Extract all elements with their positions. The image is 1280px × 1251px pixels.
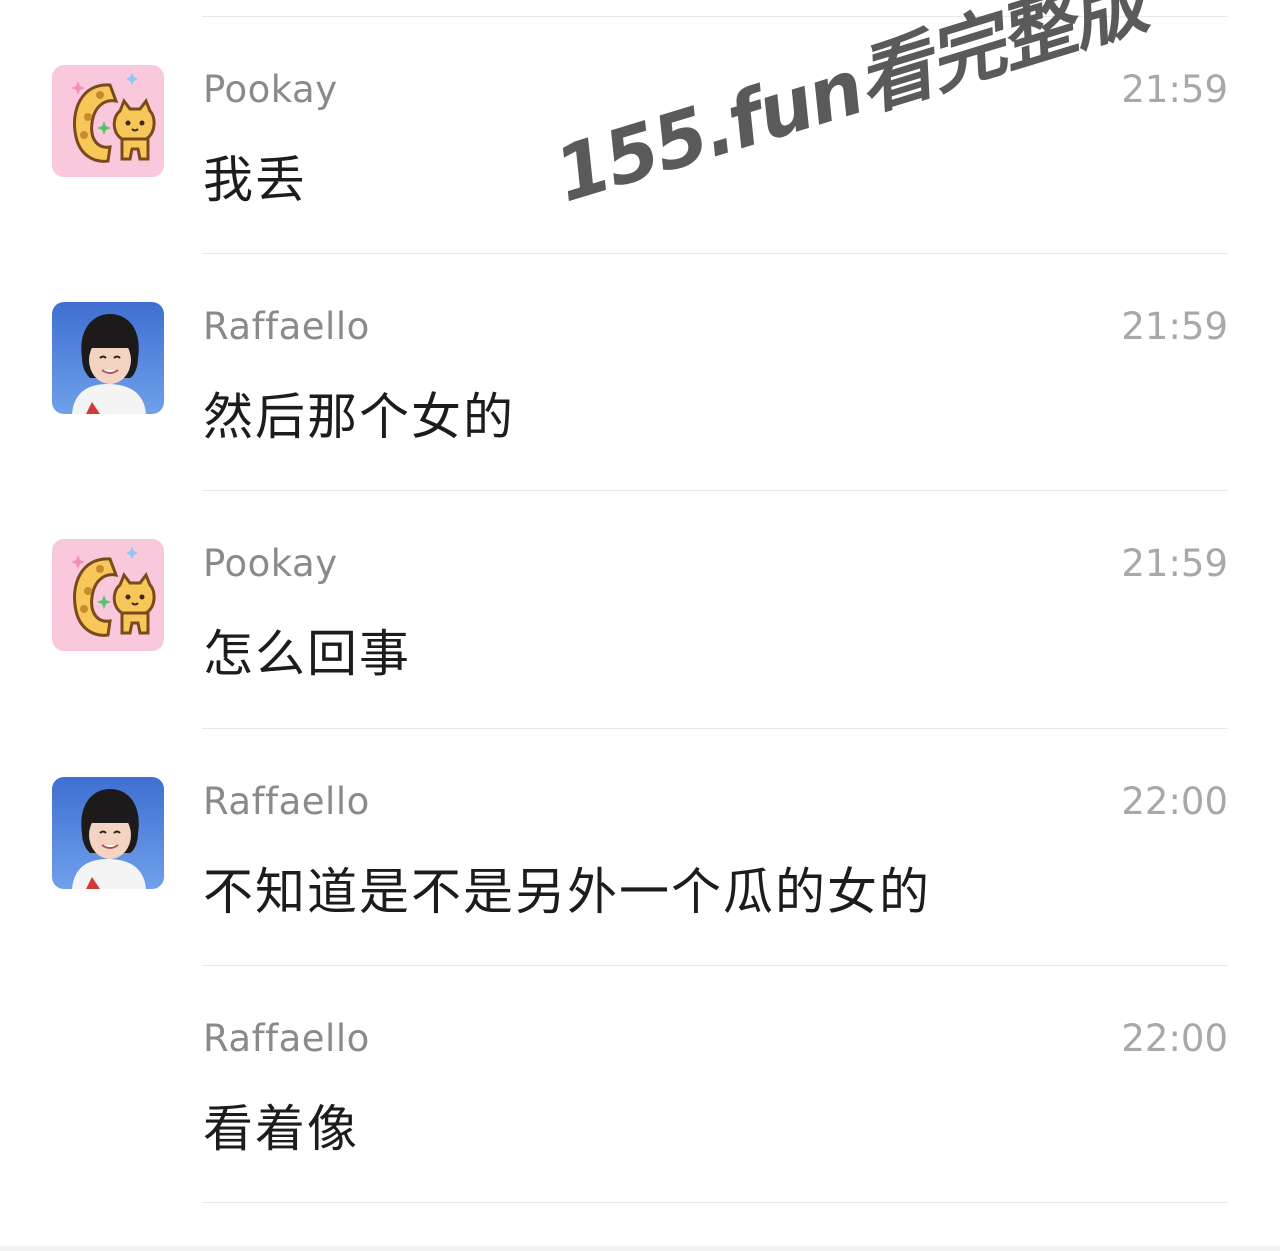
chat-log: Pookay 21:59 我丢 Raffaello 21:59 然后那个女的 P… [0,0,1280,1251]
girl-avatar[interactable] [52,777,164,889]
cat-avatar[interactable] [52,539,164,651]
message-item[interactable]: Raffaello 22:00 不知道是不是另外一个瓜的女的 [0,728,1280,964]
sender-name: Raffaello [203,1017,370,1060]
message-time: 22:00 [1121,1017,1228,1060]
sender-name: Raffaello [203,780,370,823]
cat-avatar[interactable] [52,65,164,177]
message-item[interactable]: Raffaello 21:59 然后那个女的 [0,253,1280,489]
message-text: 然后那个女的 [203,388,515,446]
girl-avatar[interactable] [52,302,164,414]
message-item[interactable]: Pookay 21:59 怎么回事 [0,490,1280,726]
message-text: 不知道是不是另外一个瓜的女的 [203,863,931,921]
girl-avatar-image [52,777,164,889]
cat-avatar-image [52,539,164,651]
sender-name: Raffaello [203,305,370,348]
message-item[interactable]: Raffaello 22:00 看着像 [0,965,1280,1201]
message-time: 21:59 [1121,542,1228,585]
message-text: 看着像 [203,1100,359,1158]
message-text: 我丢 [203,151,307,209]
bottom-edge [0,1246,1280,1251]
message-time: 22:00 [1121,780,1228,823]
cat-avatar-image [52,65,164,177]
divider [202,1202,1228,1203]
girl-avatar-image [52,302,164,414]
message-time: 21:59 [1121,305,1228,348]
message-text: 怎么回事 [203,625,411,683]
sender-name: Pookay [203,542,338,585]
message-time: 21:59 [1121,68,1228,111]
sender-name: Pookay [203,68,338,111]
